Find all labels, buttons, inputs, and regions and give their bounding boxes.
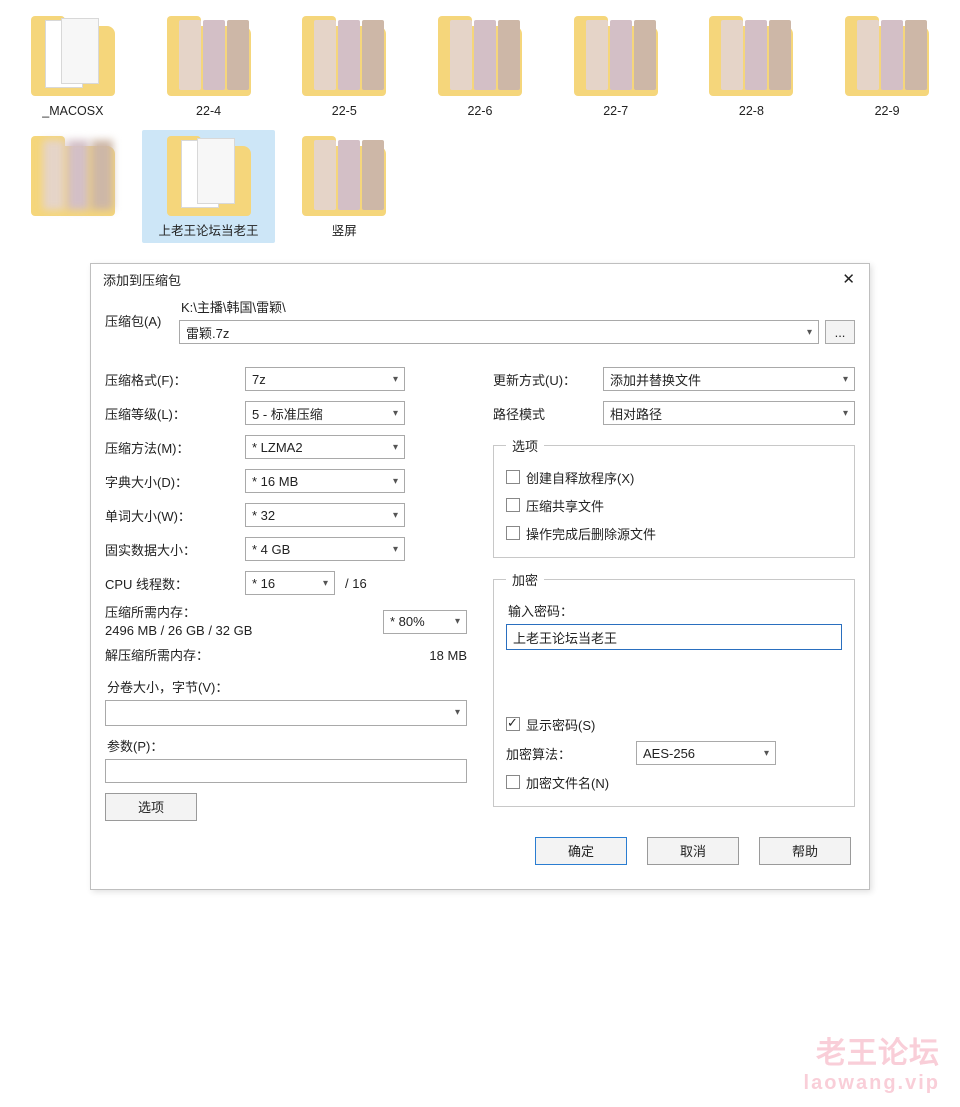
level-select[interactable]: 5 - 标准压缩▾ [245, 401, 405, 425]
pathmode-label: 路径模式 [493, 404, 603, 423]
mem-pack-value: 2496 MB / 26 GB / 32 GB [105, 622, 252, 640]
folder-item[interactable]: 竖屏 [277, 130, 411, 244]
showpwd-label: 显示密码(S) [526, 715, 595, 734]
options-legend: 选项 [506, 436, 544, 455]
update-select[interactable]: 添加并替换文件▾ [603, 367, 855, 391]
method-label: 压缩方法(M)： [105, 438, 245, 457]
pwd-label: 输入密码： [508, 601, 842, 620]
mem-unpack-value: 18 MB [429, 647, 467, 665]
algo-label: 加密算法： [506, 744, 636, 763]
encnames-label: 加密文件名(N) [526, 773, 609, 792]
help-button[interactable]: 帮助 [759, 837, 851, 865]
folder-label: 22-8 [687, 104, 817, 120]
folder-label: 22-9 [822, 104, 952, 120]
encrypt-legend: 加密 [506, 570, 544, 589]
folder-icon [294, 14, 394, 98]
folder-icon [701, 14, 801, 98]
folder-item[interactable]: 22-5 [277, 10, 411, 124]
watermark: 老王论坛 laowang.vip [804, 1028, 940, 1095]
mem-pct-select[interactable]: * 80%▾ [383, 610, 467, 634]
folder-item[interactable]: 22-4 [142, 10, 276, 124]
word-select[interactable]: * 32▾ [245, 503, 405, 527]
folder-label: 22-7 [551, 104, 681, 120]
folder-icon [430, 14, 530, 98]
right-column: 更新方式(U)： 添加并替换文件▾ 路径模式 相对路径▾ 选项 创建自释放程序(… [493, 362, 855, 827]
threads-select[interactable]: * 16▾ [245, 571, 335, 595]
cancel-button[interactable]: 取消 [647, 837, 739, 865]
folder-label: _MACOSX [8, 104, 138, 120]
options-button[interactable]: 选项 [105, 793, 197, 821]
titlebar: 添加到压缩包 ✕ [91, 264, 869, 293]
threads-total: / 16 [345, 576, 367, 591]
left-column: 压缩格式(F)： 7z▾ 压缩等级(L)： 5 - 标准压缩▾ 压缩方法(M)：… [105, 362, 467, 827]
dialog-title: 添加到压缩包 [103, 270, 181, 289]
folder-icon [23, 14, 123, 98]
folder-icon [159, 134, 259, 218]
folder-item[interactable]: 22-7 [549, 10, 683, 124]
folder-icon [159, 14, 259, 98]
word-label: 单词大小(W)： [105, 506, 245, 525]
folder-icon [837, 14, 937, 98]
algo-select[interactable]: AES-256▾ [636, 741, 776, 765]
folder-item[interactable]: 上老王论坛当老王 [142, 130, 276, 244]
folder-label: 上老王论坛当老王 [144, 224, 274, 240]
mem-unpack-label: 解压缩所需内存： [105, 647, 209, 665]
dict-select[interactable]: * 16 MB▾ [245, 469, 405, 493]
encnames-checkbox[interactable] [506, 775, 520, 789]
archive-label: 压缩包(A) [105, 311, 179, 330]
format-select[interactable]: 7z▾ [245, 367, 405, 391]
dialog-7zip-add: 添加到压缩包 ✕ 压缩包(A) K:\主播\韩国\雷颖\ 雷颖.7z▾ ... [90, 263, 870, 890]
browse-button[interactable]: ... [825, 320, 855, 344]
sfx-label: 创建自释放程序(X) [526, 468, 634, 487]
update-label: 更新方式(U)： [493, 370, 603, 389]
close-icon[interactable]: ✕ [838, 272, 859, 287]
folder-item[interactable]: _MACOSX [6, 10, 140, 124]
folder-grid: _MACOSX 22-4 22-5 22-6 22-7 22-8 22-9 上老王论坛当老王竖… [0, 0, 960, 263]
split-select[interactable]: ▾ [105, 700, 467, 726]
archive-path: K:\主播\韩国\雷颖\ [179, 297, 855, 316]
delete-label: 操作完成后删除源文件 [526, 524, 656, 543]
threads-label: CPU 线程数： [105, 574, 245, 593]
folder-label: 22-4 [144, 104, 274, 120]
archive-filename-input[interactable]: 雷颖.7z▾ [179, 320, 819, 344]
shared-label: 压缩共享文件 [526, 496, 604, 515]
level-label: 压缩等级(L)： [105, 404, 245, 423]
folder-label: 竖屏 [279, 224, 409, 240]
folder-item[interactable] [6, 130, 140, 244]
solid-select[interactable]: * 4 GB▾ [245, 537, 405, 561]
params-input[interactable] [105, 759, 467, 783]
split-label: 分卷大小，字节(V)： [107, 677, 467, 696]
folder-item[interactable]: 22-6 [413, 10, 547, 124]
folder-item[interactable]: 22-9 [820, 10, 954, 124]
sfx-checkbox[interactable] [506, 470, 520, 484]
pathmode-select[interactable]: 相对路径▾ [603, 401, 855, 425]
folder-icon [566, 14, 666, 98]
ok-button[interactable]: 确定 [535, 837, 627, 865]
showpwd-checkbox[interactable] [506, 717, 520, 731]
button-bar: 确定 取消 帮助 [105, 827, 855, 879]
folder-label: 22-6 [415, 104, 545, 120]
folder-icon [294, 134, 394, 218]
delete-checkbox[interactable] [506, 526, 520, 540]
mem-pack-label: 压缩所需内存： [105, 604, 252, 622]
method-select[interactable]: * LZMA2▾ [245, 435, 405, 459]
folder-item[interactable]: 22-8 [685, 10, 819, 124]
folder-icon [23, 134, 123, 218]
pwd-input[interactable]: 上老王论坛当老王 [506, 624, 842, 650]
shared-checkbox[interactable] [506, 498, 520, 512]
dict-label: 字典大小(D)： [105, 472, 245, 491]
params-label: 参数(P)： [107, 736, 467, 755]
options-fieldset: 选项 创建自释放程序(X) 压缩共享文件 操作完成后删除源文件 [493, 436, 855, 558]
format-label: 压缩格式(F)： [105, 370, 245, 389]
folder-label: 22-5 [279, 104, 409, 120]
encrypt-fieldset: 加密 输入密码： 上老王论坛当老王 显示密码(S) 加密算法： AES-256▾… [493, 570, 855, 807]
solid-label: 固实数据大小： [105, 540, 245, 559]
